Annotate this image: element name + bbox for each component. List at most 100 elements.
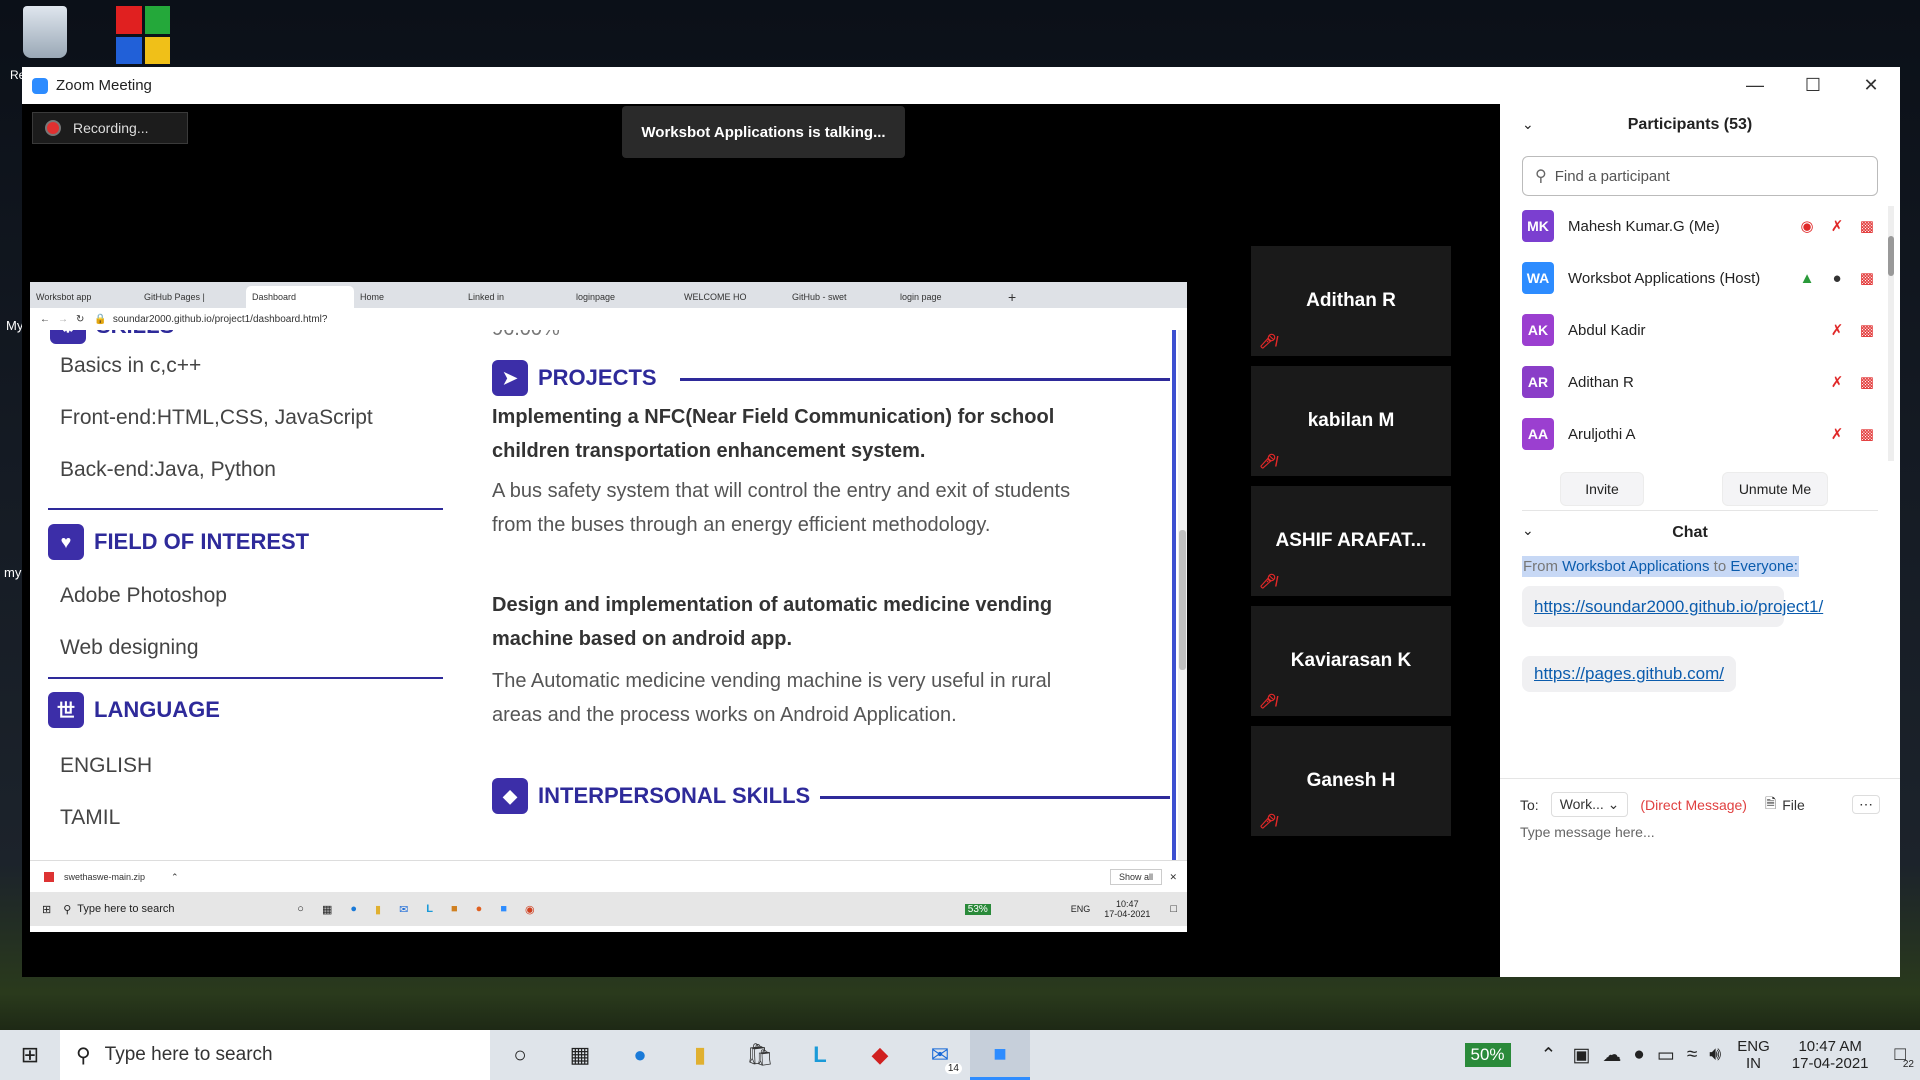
chat-link[interactable]: https://soundar2000.github.io/project1/ (1534, 597, 1823, 616)
browser-tab[interactable]: Worksbot app (30, 286, 138, 308)
task-view-icon[interactable]: ▦ (550, 1030, 610, 1080)
participant-row[interactable]: WA Worksbot Applications (Host) ▲ ● ▩ (1522, 258, 1882, 298)
address-bar[interactable]: ← → ↻ 🔒 soundar2000.github.io/project1/d… (30, 308, 1187, 331)
notification-icon[interactable]: □ 22 (1895, 1044, 1914, 1070)
close-icon[interactable]: ✕ (1169, 872, 1177, 883)
recipient-select[interactable]: Work... ⌄ (1550, 792, 1629, 817)
windows-start-icon[interactable]: ⊞ (42, 903, 51, 916)
firefox-icon[interactable]: ● (476, 903, 483, 915)
edge-icon[interactable]: ● (350, 903, 357, 915)
clock-time: 10:47 (1116, 899, 1139, 909)
chat-link[interactable]: https://pages.github.com/ (1534, 664, 1724, 683)
muted-mic-icon[interactable]: ✗ (1822, 321, 1852, 339)
cortana-icon[interactable]: ○ (297, 903, 304, 915)
video-tile[interactable]: Ganesh H 🎤︎̸ (1251, 726, 1451, 836)
project-description: The Automatic medicine vending machine i… (492, 670, 1052, 726)
find-participant-input[interactable]: ⚲ Find a participant (1522, 156, 1878, 196)
store-icon[interactable]: 🛍︎ (730, 1030, 790, 1080)
language-bottom[interactable]: IN (1746, 1055, 1761, 1072)
mcafee-icon[interactable]: ◆ (850, 1030, 910, 1080)
recording-label: Recording... (73, 120, 149, 136)
participant-row[interactable]: AK Abdul Kadir ✗ ▩ (1522, 310, 1882, 350)
url-text[interactable]: soundar2000.github.io/project1/dashboard… (113, 314, 328, 325)
download-filename[interactable]: swethaswe-main.zip (64, 872, 145, 882)
maximize-button[interactable]: ☐ (1784, 67, 1842, 104)
unmute-me-button[interactable]: Unmute Me (1722, 472, 1828, 506)
video-off-icon[interactable]: ▩ (1852, 373, 1882, 391)
browser-tab[interactable]: GitHub - swet (786, 286, 894, 308)
back-icon[interactable]: ← (40, 314, 50, 325)
file-button[interactable]: File (1782, 797, 1805, 813)
recording-indicator[interactable]: Recording... (32, 112, 188, 144)
battery-icon[interactable]: ▭ (1657, 1044, 1675, 1067)
participant-row[interactable]: MK Mahesh Kumar.G (Me) ◉ ✗ ▩ (1522, 206, 1882, 246)
show-all-button[interactable]: Show all (1110, 869, 1163, 885)
app-shortcut-icon[interactable] (116, 6, 170, 64)
l-app-icon[interactable]: L (790, 1030, 850, 1080)
browser-tab[interactable]: Linked in (462, 286, 570, 308)
participant-name: Adithan R (1568, 373, 1634, 391)
video-off-icon[interactable]: ▩ (1852, 321, 1882, 339)
taskbar-search-box[interactable]: ⚲ Type here to search (60, 1030, 490, 1080)
app-icon[interactable]: ■ (451, 903, 458, 915)
chat-message-input[interactable]: Type message here... (1520, 824, 1880, 884)
muted-mic-icon[interactable]: ✗ (1822, 217, 1852, 235)
mail-icon[interactable]: ✉ (399, 903, 408, 916)
clock-date[interactable]: 17-04-2021 (1792, 1055, 1869, 1072)
chat-sender[interactable]: Worksbot Applications (1562, 558, 1709, 575)
reload-icon[interactable]: ↻ (76, 314, 84, 325)
browser-tab[interactable]: login page (894, 286, 1002, 308)
mic-icon[interactable]: ● (1822, 270, 1852, 287)
notification-icon[interactable]: □ (1170, 903, 1177, 915)
more-icon[interactable]: ⋯ (1852, 795, 1880, 814)
video-off-icon[interactable]: ▩ (1852, 217, 1882, 235)
chrome-icon[interactable]: ◉ (525, 903, 535, 916)
cortana-icon[interactable]: ○ (490, 1030, 550, 1080)
chevron-up-icon[interactable]: ⌃ (1541, 1044, 1557, 1067)
tray-icon[interactable]: ▣ (1572, 1044, 1590, 1067)
close-button[interactable]: ✕ (1842, 67, 1900, 104)
browser-tab[interactable]: GitHub Pages | (138, 286, 246, 308)
page-right-border (1172, 330, 1176, 860)
folder-icon[interactable]: ▮ (375, 903, 381, 916)
participant-row[interactable]: AR Adithan R ✗ ▩ (1522, 362, 1882, 402)
windows-start-icon[interactable]: ⊞ (0, 1030, 60, 1080)
mail-icon[interactable]: ✉ 14 (910, 1030, 970, 1080)
inner-search-text[interactable]: Type here to search (77, 903, 297, 915)
minimize-button[interactable]: — (1726, 67, 1784, 104)
video-off-icon[interactable]: ▩ (1852, 269, 1882, 287)
participants-scrollbar[interactable] (1888, 206, 1894, 461)
file-explorer-icon[interactable]: ▮ (670, 1030, 730, 1080)
browser-tab[interactable]: loginpage (570, 286, 678, 308)
video-tile[interactable]: kabilan M 🎤︎̸ (1251, 366, 1451, 476)
forward-icon[interactable]: → (58, 314, 68, 325)
chevron-up-icon[interactable]: ⌃ (171, 872, 179, 883)
video-tile[interactable]: ASHIF ARAFAT... 🎤︎̸ (1251, 486, 1451, 596)
mic-icon[interactable]: ● (1633, 1044, 1644, 1066)
browser-tab[interactable]: WELCOME HO (678, 286, 786, 308)
new-tab-button[interactable]: + (1002, 286, 1032, 308)
video-off-icon[interactable]: ▩ (1852, 425, 1882, 443)
onedrive-icon[interactable]: ☁ (1602, 1044, 1621, 1067)
browser-tab-active[interactable]: Dashboard (246, 286, 354, 308)
edge-icon[interactable]: ● (610, 1030, 670, 1080)
clock-time[interactable]: 10:47 AM (1798, 1038, 1861, 1055)
language-top[interactable]: ENG (1737, 1038, 1770, 1055)
video-tile[interactable]: Adithan R 🎤︎̸ (1251, 246, 1451, 356)
wifi-icon[interactable]: ≈ (1687, 1044, 1697, 1066)
page-scrollbar[interactable] (1178, 330, 1187, 860)
zoom-icon[interactable]: ■ (500, 903, 507, 915)
task-view-icon[interactable]: ▦ (322, 903, 332, 916)
file-icon[interactable]: 🗎 (1765, 793, 1776, 817)
l-app-icon[interactable]: L (426, 903, 433, 915)
desktop-side-label: My (6, 318, 24, 333)
muted-mic-icon[interactable]: ✗ (1822, 373, 1852, 391)
volume-icon[interactable]: 🔊︎ (1709, 1044, 1721, 1066)
skills-icon: ⚙ (50, 330, 86, 344)
browser-tab[interactable]: Home (354, 286, 462, 308)
participant-row[interactable]: AA Aruljothi A ✗ ▩ (1522, 414, 1882, 454)
zoom-icon[interactable]: ■ (970, 1030, 1030, 1080)
video-tile[interactable]: Kaviarasan K 🎤︎̸ (1251, 606, 1451, 716)
muted-mic-icon[interactable]: ✗ (1822, 425, 1852, 443)
invite-button[interactable]: Invite (1560, 472, 1644, 506)
